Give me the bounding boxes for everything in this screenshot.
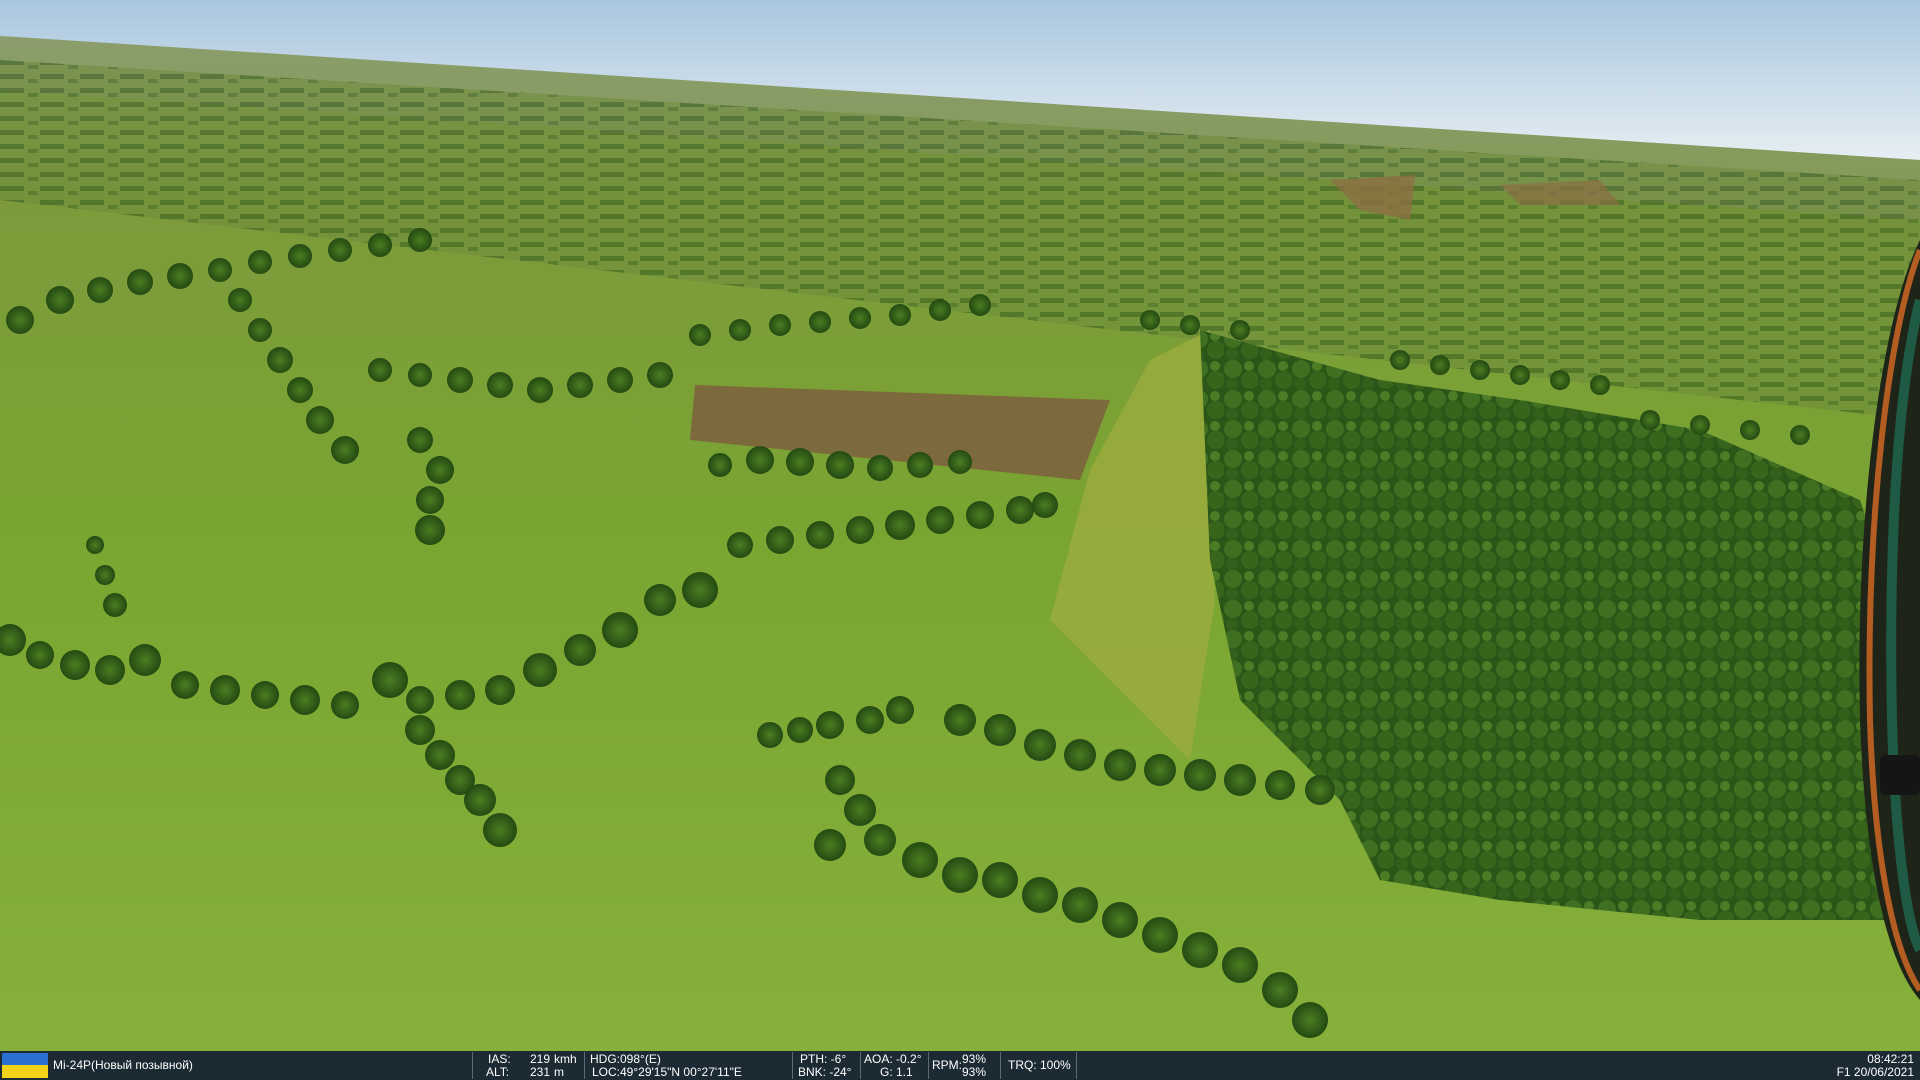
team-flag-icon bbox=[2, 1053, 48, 1078]
bank: BNK: -24° bbox=[798, 1065, 852, 1079]
rpm-engine-2: 93% bbox=[962, 1065, 987, 1079]
torque: TRQ: 100% bbox=[1008, 1058, 1071, 1072]
alt-unit: m bbox=[554, 1065, 564, 1079]
rpm-label: RPM: bbox=[932, 1058, 962, 1072]
hud-status-bar: Mi-24P(Новый позывной) IAS: 219 kmh ALT:… bbox=[0, 1051, 1920, 1080]
location: LOC:49°29'15"N 00°27'11"E bbox=[592, 1065, 742, 1079]
alt-label: ALT: bbox=[486, 1065, 510, 1079]
mission-date: F1 20/06/2021 bbox=[1836, 1065, 1914, 1079]
aircraft-name: Mi-24P(Новый позывной) bbox=[53, 1058, 193, 1072]
flight-view bbox=[0, 0, 1920, 1051]
g-load: G: 1.1 bbox=[880, 1065, 913, 1079]
terrain-view bbox=[0, 0, 1920, 1051]
alt-value: 231 bbox=[530, 1065, 551, 1079]
